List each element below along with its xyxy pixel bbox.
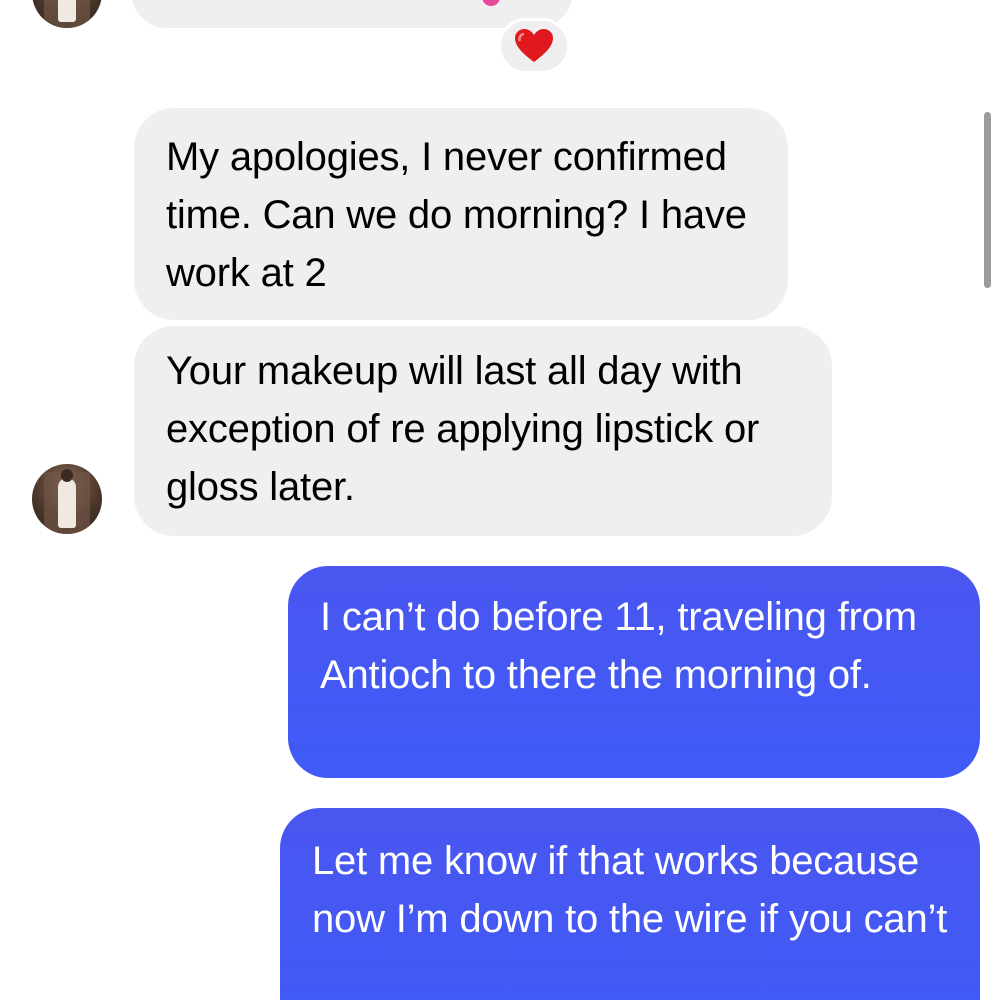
previous-message-bubble[interactable] — [132, 0, 572, 28]
message-text: Your makeup will last all day with excep… — [166, 349, 760, 509]
scrollbar[interactable] — [984, 112, 991, 288]
avatar-figure — [58, 0, 76, 22]
avatar-figure — [58, 478, 76, 528]
outgoing-message-bubble[interactable]: I can’t do before 11, traveling from Ant… — [288, 566, 980, 778]
message-text: I can’t do before 11, traveling from Ant… — [320, 595, 917, 697]
outgoing-message-bubble[interactable]: Let me know if that works because now I’… — [280, 808, 980, 1000]
contact-avatar[interactable] — [32, 464, 102, 534]
reaction-badge[interactable] — [498, 18, 570, 74]
contact-avatar[interactable] — [32, 0, 102, 28]
message-text: Let me know if that works because now I’… — [312, 839, 948, 941]
incoming-message-bubble[interactable]: My apologies, I never confirmed time. Ca… — [134, 108, 788, 320]
message-text: My apologies, I never confirmed time. Ca… — [166, 135, 747, 295]
heart-icon — [515, 29, 553, 62]
message-thread[interactable]: My apologies, I never confirmed time. Ca… — [0, 0, 1000, 1000]
avatar-head — [61, 469, 73, 482]
incoming-message-bubble[interactable]: Your makeup will last all day with excep… — [134, 326, 832, 536]
